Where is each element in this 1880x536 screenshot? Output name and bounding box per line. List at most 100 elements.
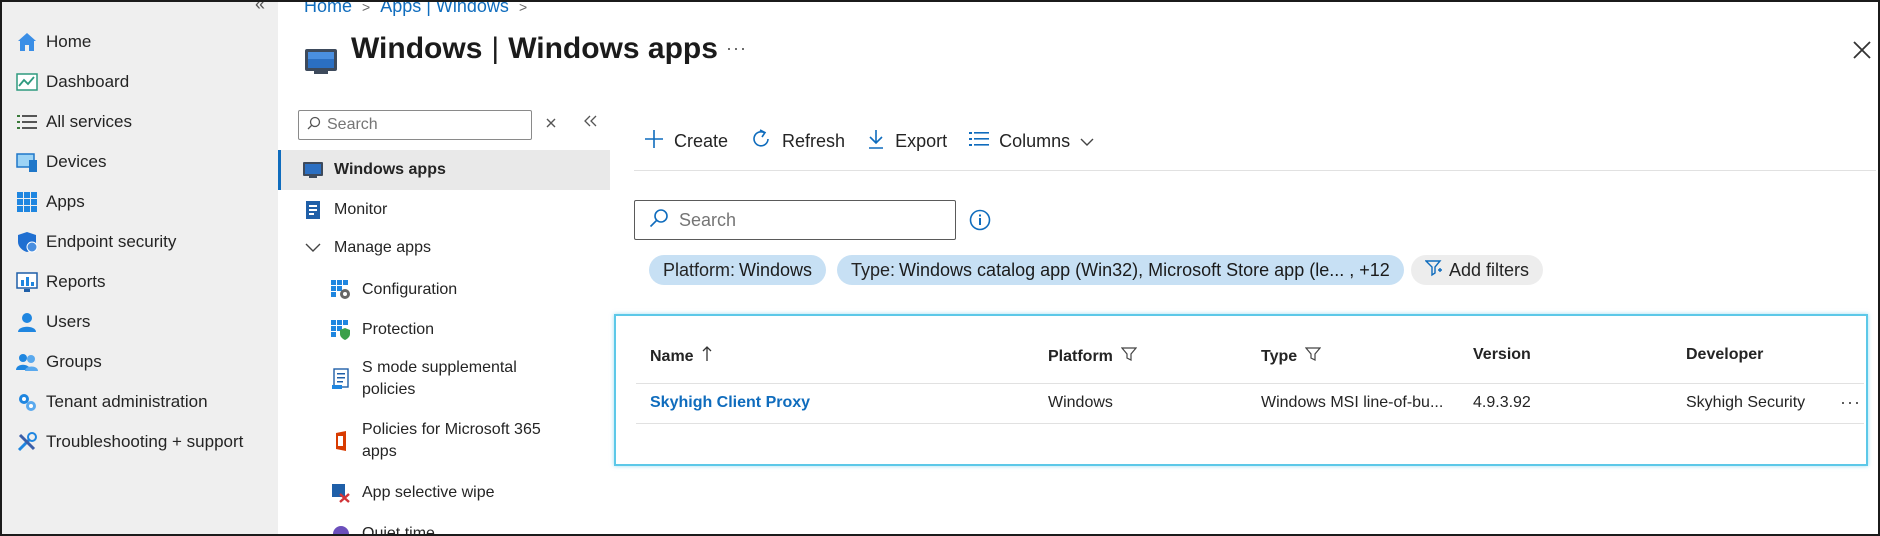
collapse-menu-icon[interactable] xyxy=(582,112,598,133)
apps-grid-icon xyxy=(16,191,38,213)
filter-add-icon xyxy=(1424,259,1443,282)
column-header-developer[interactable]: Developer xyxy=(1686,346,1763,364)
menu-item-label: Protection xyxy=(362,321,435,338)
menu-item-windows-apps[interactable]: Windows apps xyxy=(278,150,610,190)
menu-item-label: Monitor xyxy=(334,201,388,218)
menu-search-input[interactable] xyxy=(327,116,517,134)
menu-item-label: Configuration xyxy=(362,281,458,298)
info-icon[interactable] xyxy=(968,208,992,232)
nav-item-label: Reports xyxy=(46,272,106,291)
page-title-primary: Windows xyxy=(351,32,483,65)
filter-pill-platform[interactable]: Platform: Windows xyxy=(649,255,827,285)
column-header-type[interactable]: Type xyxy=(1261,346,1322,367)
breadcrumb: Home > Apps | Windows > xyxy=(304,0,527,17)
windows-apps-icon xyxy=(302,159,324,181)
nav-item-label: All services xyxy=(46,112,132,131)
refresh-button[interactable]: Refresh xyxy=(750,128,845,155)
column-header-label: Platform xyxy=(1048,347,1113,365)
menu-item-label: App selective wipe xyxy=(362,484,495,501)
search-icon xyxy=(649,208,669,233)
columns-button[interactable]: Columns xyxy=(969,130,1094,153)
page-title-separator: | xyxy=(491,32,500,65)
tenant-admin-icon xyxy=(16,391,38,413)
nav-item-label: Users xyxy=(46,312,91,331)
download-icon xyxy=(867,129,885,154)
nav-item-devices[interactable]: Devices xyxy=(16,147,106,177)
columns-icon xyxy=(969,130,990,153)
row-more-button[interactable]: ··· xyxy=(1840,392,1861,413)
nav-item-reports[interactable]: Reports xyxy=(16,267,106,297)
nav-item-label: Tenant administration xyxy=(46,392,208,411)
nav-item-endpoint-security[interactable]: Endpoint security xyxy=(16,227,176,257)
app-search-input[interactable] xyxy=(679,209,939,231)
breadcrumb-separator: > xyxy=(362,0,371,15)
menu-item-monitor[interactable]: Monitor xyxy=(278,198,610,222)
export-button[interactable]: Export xyxy=(867,129,947,154)
close-icon[interactable] xyxy=(1850,38,1874,62)
breadcrumb-separator: > xyxy=(518,0,528,15)
nav-item-users[interactable]: Users xyxy=(16,307,90,337)
collapse-nav-button[interactable]: « xyxy=(255,0,265,15)
page-title: Windows | Windows apps xyxy=(351,32,718,66)
filter-value: Windows catalog app (Win32), Microsoft S… xyxy=(899,259,1390,280)
filter-key: Platform: xyxy=(663,259,736,280)
chevron-down-icon xyxy=(1080,131,1094,152)
nav-item-apps[interactable]: Apps xyxy=(16,187,85,217)
chevron-down-icon xyxy=(302,237,324,259)
nav-item-label: Dashboard xyxy=(46,72,130,91)
list-icon xyxy=(16,111,38,133)
reports-icon xyxy=(16,271,38,293)
shield-icon xyxy=(16,231,38,253)
tools-icon xyxy=(16,431,38,453)
menu-item-protection[interactable]: Protection xyxy=(278,318,610,342)
filter-key: Type: xyxy=(851,259,896,280)
menu-search-box[interactable] xyxy=(298,110,532,140)
apps-grid xyxy=(614,314,1868,466)
menu-item-policies-microsoft-365[interactable]: Policies for Microsoft 365 apps xyxy=(278,418,578,464)
column-header-label: Name xyxy=(650,347,694,365)
page-more-button[interactable]: ··· xyxy=(726,38,747,59)
home-icon xyxy=(16,31,38,53)
cell-platform: Windows xyxy=(1048,394,1113,411)
breadcrumb-home-link[interactable]: Home xyxy=(304,0,352,17)
filter-icon xyxy=(1120,346,1138,367)
nav-item-troubleshooting-support[interactable]: Troubleshooting + support xyxy=(16,427,243,457)
nav-item-home[interactable]: Home xyxy=(16,27,91,57)
nav-item-groups[interactable]: Groups xyxy=(16,347,102,377)
filter-pill-type[interactable]: Type: Windows catalog app (Win32), Micro… xyxy=(837,255,1404,285)
menu-item-label: Quiet time xyxy=(362,525,435,536)
devices-icon xyxy=(16,151,38,173)
office-icon xyxy=(330,430,352,452)
wipe-icon xyxy=(330,482,352,504)
protection-icon xyxy=(330,319,352,341)
menu-item-configuration[interactable]: Configuration xyxy=(278,278,610,302)
cell-developer: Skyhigh Security xyxy=(1686,394,1806,411)
app-name-link[interactable]: Skyhigh Client Proxy xyxy=(650,394,810,412)
menu-item-app-selective-wipe[interactable]: App selective wipe xyxy=(278,481,610,505)
clear-search-icon[interactable] xyxy=(544,114,558,135)
menu-item-s-mode-policies[interactable]: S mode supplemental policies xyxy=(278,356,558,402)
cell-type: Windows MSI line-of-bu... xyxy=(1261,394,1444,411)
nav-item-all-services[interactable]: All services xyxy=(16,107,132,137)
header-divider xyxy=(636,383,1864,384)
menu-item-label: Manage apps xyxy=(334,239,431,256)
column-header-platform[interactable]: Platform xyxy=(1048,346,1138,367)
refresh-label: Refresh xyxy=(782,130,846,151)
filter-icon xyxy=(1304,346,1322,367)
column-header-name[interactable]: Name xyxy=(650,346,712,367)
breadcrumb-apps-windows-link[interactable]: Apps | Windows xyxy=(380,0,509,17)
global-nav: « Home Dashboard All services Devices Ap… xyxy=(0,0,278,536)
app-search-box[interactable] xyxy=(634,200,956,240)
nav-item-dashboard[interactable]: Dashboard xyxy=(16,67,129,97)
menu-item-quiet-time[interactable]: Quiet time xyxy=(278,522,610,536)
refresh-icon xyxy=(750,128,772,155)
menu-item-label: Policies for Microsoft 365 apps xyxy=(362,421,541,460)
add-filters-label: Add filters xyxy=(1449,259,1530,280)
columns-label: Columns xyxy=(999,130,1071,151)
nav-item-tenant-administration[interactable]: Tenant administration xyxy=(16,387,208,417)
nav-item-label: Apps xyxy=(46,192,85,211)
add-filters-button[interactable]: Add filters xyxy=(1411,255,1544,285)
menu-group-manage-apps[interactable]: Manage apps xyxy=(278,236,610,260)
create-button[interactable]: Create xyxy=(644,129,728,154)
column-header-version[interactable]: Version xyxy=(1473,346,1531,364)
